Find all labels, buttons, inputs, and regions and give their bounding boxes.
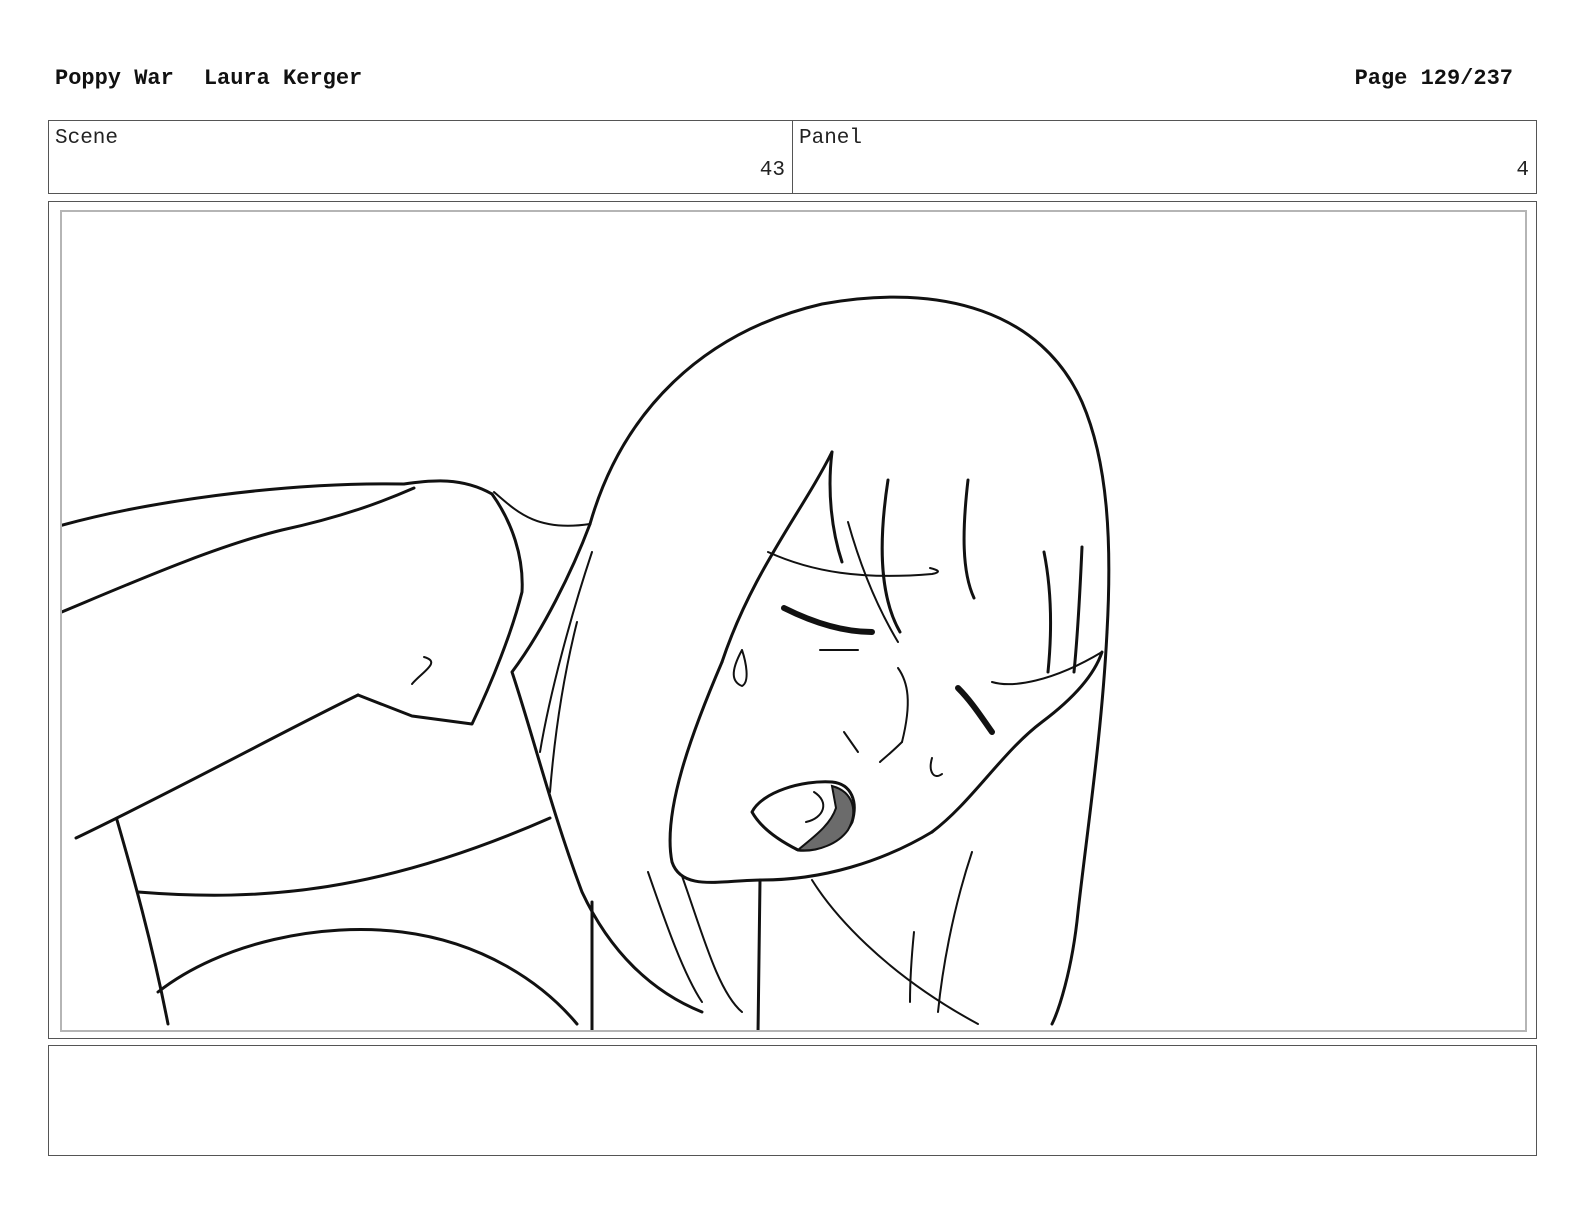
torso-lower-line: [115, 818, 170, 1026]
bang-strand-4: [962, 478, 976, 600]
neck-right: [756, 878, 762, 1030]
bang-strand-5: [1072, 545, 1084, 674]
hip-curve: [156, 928, 579, 1026]
panel-number: 4: [1516, 159, 1529, 182]
hair-lower-strand-5: [909, 931, 915, 1003]
torso-line: [74, 693, 360, 840]
arm-lower-line: [62, 486, 416, 614]
author-name: Laura Kerger: [203, 66, 363, 91]
cheek-wrinkle: [897, 667, 909, 743]
scene-label: Scene: [55, 127, 119, 150]
closed-eye-left: [781, 605, 875, 635]
hair-lower-strand-4: [937, 851, 973, 1013]
bang-strand-2: [828, 450, 844, 564]
panel-cell: Panel 4: [792, 121, 1536, 193]
hair-outline-top: [588, 295, 1111, 634]
hair-lower-strand-1: [647, 871, 703, 1003]
panel-label: Panel: [799, 127, 863, 150]
mouth-shade: [795, 784, 855, 852]
storyboard-panel-frame: [48, 201, 1537, 1039]
scene-number: 43: [759, 159, 785, 182]
bang-strand-1: [720, 450, 834, 664]
panel-notes-box: [48, 1045, 1537, 1156]
mouth-inner-line: [805, 791, 825, 823]
sleeve-fold-line: [411, 656, 433, 685]
hair-right-side: [1050, 630, 1109, 1026]
bang-strand-3: [880, 478, 902, 634]
nose-line: [879, 741, 903, 763]
storyboard-sketch: [62, 295, 1111, 1030]
hair-lower-strand-3: [811, 879, 979, 1025]
sweat-drop-left: [732, 649, 748, 687]
bang-strand-7: [847, 521, 899, 643]
arm-upper-line: [62, 479, 494, 527]
hair-left-side: [510, 522, 704, 1014]
page-counter: Page 129/237: [1354, 66, 1513, 91]
scene-cell: Scene 43: [49, 121, 792, 193]
closed-eye-right: [955, 685, 995, 735]
hair-lower-strand-2: [681, 875, 743, 1013]
document-header: Poppy War Laura Kerger: [55, 66, 362, 91]
chest-line: [136, 816, 552, 897]
project-title: Poppy War: [55, 66, 174, 91]
cheek-mark: [843, 731, 859, 753]
scene-panel-info: Scene 43 Panel 4: [48, 120, 1537, 194]
sleeve-outline: [356, 492, 524, 726]
storyboard-drawing-area: [60, 210, 1527, 1032]
bang-strand-6: [1042, 550, 1053, 674]
eyebrow-line: [767, 551, 939, 577]
face-lower-right-contour: [930, 650, 1104, 834]
sweat-drop-right: [929, 757, 943, 777]
